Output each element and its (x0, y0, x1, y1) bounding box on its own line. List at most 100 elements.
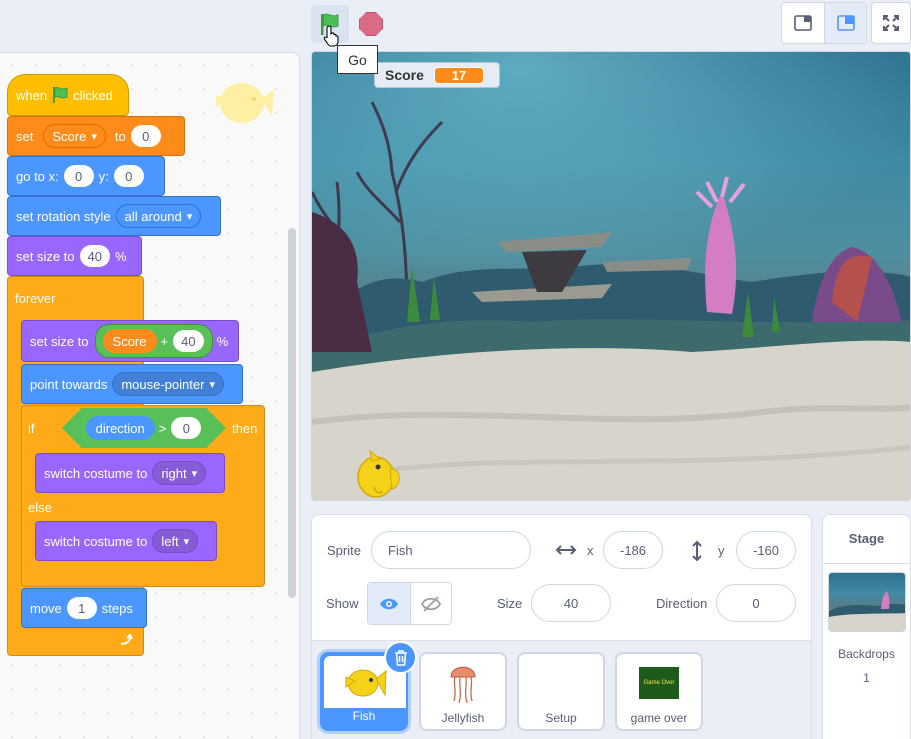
else-label: else (28, 499, 52, 515)
compare-value-input[interactable]: 0 (171, 417, 202, 439)
when-label: when (16, 87, 48, 103)
costume-dropdown-right[interactable]: right (152, 461, 207, 485)
switch-costume-label: switch costume to (44, 533, 148, 549)
move-label: move (30, 600, 62, 616)
set-size-label: set size to (16, 248, 75, 264)
x-input[interactable]: 0 (63, 165, 94, 187)
variable-dropdown[interactable]: Score (43, 124, 106, 148)
underwater-backdrop (312, 52, 910, 500)
stage-canvas[interactable] (311, 51, 911, 501)
show-label: Show (326, 596, 359, 611)
show-hidden-button[interactable] (409, 583, 452, 624)
vertical-arrow-icon (692, 540, 702, 562)
direction-reporter[interactable]: direction (85, 416, 155, 440)
percent-label: % (216, 333, 229, 349)
sprite-tile-setup[interactable]: Setup (517, 652, 605, 731)
show-visible-button[interactable] (368, 583, 410, 624)
backdrops-count: 1 (863, 671, 870, 685)
small-stage-button[interactable] (782, 3, 824, 43)
set-label: set (16, 128, 34, 144)
stop-icon (359, 12, 383, 36)
set-size-label: set size to (30, 333, 89, 349)
sprite-tile-jellyfish[interactable]: Jellyfish (419, 652, 507, 731)
fish-thumbnail-icon (345, 669, 387, 697)
y-label: y: (98, 168, 109, 184)
backdrops-label: Backdrops (838, 647, 895, 661)
top-bar (0, 0, 911, 50)
add-value-input[interactable]: 40 (173, 330, 204, 352)
fish-sprite[interactable] (354, 445, 404, 501)
large-stage-icon (836, 15, 855, 31)
if-label: if (28, 420, 35, 436)
sprite-name-input[interactable]: Fish (371, 531, 531, 569)
sprite-thumbnail (523, 658, 599, 708)
fullscreen-button[interactable] (871, 2, 911, 44)
sprite-label: Sprite (327, 543, 361, 558)
game-over-thumbnail-text: Game Over (639, 667, 679, 699)
costume-dropdown-left[interactable]: left (152, 529, 199, 553)
go-to-label: go to x: (16, 168, 59, 184)
sprite-tile-name: Fish (352, 709, 376, 723)
score-monitor: Score 17 (374, 62, 500, 88)
add-operator[interactable]: Score + 40 (94, 324, 213, 358)
rotation-style-block[interactable]: set rotation style all around (7, 196, 221, 236)
x-input[interactable]: -186 (603, 531, 663, 569)
point-target-dropdown[interactable]: mouse-pointer (112, 372, 224, 396)
clicked-label: clicked (73, 87, 113, 103)
point-towards-block[interactable]: point towards mouse-pointer (21, 364, 243, 404)
large-stage-button[interactable] (824, 3, 866, 43)
stage-panel-title: Stage (822, 514, 911, 564)
set-value-input[interactable]: 0 (130, 125, 161, 147)
go-tooltip: Go (337, 45, 378, 74)
when-flag-clicked-block[interactable]: when clicked (7, 74, 129, 116)
set-variable-block[interactable]: set Score to 0 (7, 116, 185, 156)
stop-button[interactable] (352, 5, 390, 43)
rotation-label: set rotation style (16, 208, 111, 224)
eye-slash-icon (420, 595, 441, 612)
size-input[interactable]: 40 (79, 245, 110, 267)
y-input[interactable]: -160 (736, 531, 796, 569)
switch-costume-label: switch costume to (44, 465, 148, 481)
switch-costume-left-block[interactable]: switch costume to left (35, 521, 217, 561)
set-size-score-block[interactable]: set size to Score + 40 % (21, 320, 239, 362)
x-label: x (587, 543, 594, 558)
direction-label: Direction (656, 596, 708, 611)
plus-label: + (160, 333, 169, 349)
horizontal-arrow-icon (555, 545, 577, 555)
score-monitor-value: 17 (433, 66, 484, 84)
small-stage-icon (794, 15, 812, 31)
size-input[interactable]: 40 (531, 584, 611, 622)
y-label: y (718, 543, 725, 558)
set-size-block[interactable]: set size to 40 % (7, 236, 142, 276)
trash-icon (394, 649, 407, 666)
greater-than-operator[interactable]: direction > 0 (62, 408, 226, 448)
loop-arrow-icon (120, 633, 133, 645)
switch-costume-right-block[interactable]: switch costume to right (35, 453, 225, 493)
go-to-xy-block[interactable]: go to x: 0 y: 0 (7, 156, 165, 196)
steps-input[interactable]: 1 (66, 597, 97, 619)
visibility-toggle (367, 582, 452, 625)
backdrop-thumbnail (829, 591, 905, 631)
score-reporter[interactable]: Score (102, 329, 157, 353)
percent-label: % (115, 248, 127, 264)
size-label: Size (497, 596, 523, 611)
hand-cursor-icon (323, 25, 339, 47)
sprite-thumbnail: Game Over (621, 658, 697, 708)
move-steps-block[interactable]: move 1 steps (21, 588, 147, 628)
sprite-tile-name: game over (630, 711, 688, 725)
sprite-thumbnail (425, 658, 501, 708)
steps-label: steps (101, 600, 133, 616)
gt-label: > (158, 420, 167, 436)
eye-icon (379, 598, 398, 609)
stage-thumbnail[interactable] (828, 572, 906, 632)
rotation-dropdown[interactable]: all around (115, 204, 202, 228)
delete-sprite-button[interactable] (384, 641, 417, 674)
y-input[interactable]: 0 (113, 165, 144, 187)
forever-label: forever (15, 290, 56, 306)
sprite-tile-name: Jellyfish (441, 711, 485, 725)
sprite-tile-game-over[interactable]: Game Over game over (615, 652, 703, 731)
code-scrollbar[interactable] (288, 228, 296, 598)
score-monitor-label: Score (385, 67, 424, 83)
direction-input[interactable]: 0 (716, 584, 796, 622)
jellyfish-thumbnail-icon (450, 666, 476, 704)
